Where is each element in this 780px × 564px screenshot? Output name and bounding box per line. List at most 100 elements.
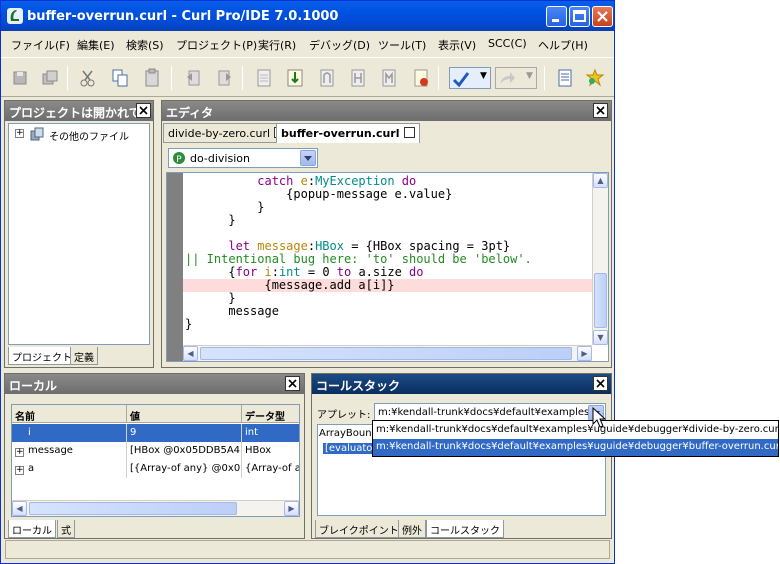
- check-dropdown-tool[interactable]: ▼: [449, 67, 491, 89]
- tab-label: buffer-overrun.curl: [281, 127, 400, 140]
- paste-tool[interactable]: [141, 67, 163, 89]
- tree-item-other-files[interactable]: その他のファイル: [49, 128, 129, 143]
- project-pane-title: プロジェクトは開かれて: [5, 101, 153, 121]
- code-token: message: [185, 304, 279, 318]
- close-icon: [596, 106, 605, 115]
- close-window-button[interactable]: [592, 6, 613, 27]
- document-icon: [257, 69, 271, 87]
- editor-horizontal-scrollbar[interactable]: ◀ ▶: [183, 345, 592, 361]
- column-header-type[interactable]: データ型: [242, 405, 299, 423]
- run-to-cursor-tool[interactable]: [378, 67, 400, 89]
- menu-item-8[interactable]: SCC(C): [488, 37, 527, 50]
- save-all-tool[interactable]: [39, 67, 61, 89]
- scroll-left-icon[interactable]: ◀: [12, 501, 27, 516]
- column-header-value[interactable]: 値: [127, 405, 242, 423]
- tab-locals[interactable]: ローカル: [8, 520, 56, 538]
- scroll-thumb[interactable]: [200, 347, 572, 360]
- table-row[interactable]: + message [HBox @0x05DDB5A4] HBox: [12, 442, 299, 460]
- step-into-tool[interactable]: [284, 67, 306, 89]
- scroll-down-icon[interactable]: ▼: [593, 330, 608, 345]
- row-expander[interactable]: +: [15, 448, 24, 457]
- menu-item-9[interactable]: ヘルプ(H): [538, 37, 588, 53]
- code-token: i: [264, 265, 272, 279]
- locals-pane-close-button[interactable]: [285, 376, 300, 391]
- editor-pane-close-button[interactable]: [593, 103, 608, 118]
- scroll-right-icon[interactable]: ▶: [577, 346, 592, 361]
- undo-tool[interactable]: [183, 67, 205, 89]
- dropdown-option-divide-by-zero[interactable]: m:¥kendall-trunk¥docs¥default¥examples¥u…: [373, 422, 778, 439]
- code-token: e: [300, 174, 308, 188]
- locals-horizontal-scrollbar[interactable]: ◀ ▶: [12, 500, 299, 516]
- code-token: :: [307, 239, 316, 253]
- procedure-selector[interactable]: P do-division: [168, 148, 318, 168]
- code-line[interactable]: {message.add a[i]}: [183, 279, 592, 292]
- tab-divide-by-zero[interactable]: divide-by-zero.curl: [163, 123, 291, 143]
- chevron-down-icon[interactable]: [300, 150, 316, 166]
- close-icon: [288, 379, 297, 388]
- scroll-left-icon[interactable]: ◀: [183, 346, 198, 361]
- minimize-button[interactable]: [546, 6, 567, 27]
- code-line[interactable]: }: [185, 318, 192, 331]
- save-tool[interactable]: [9, 67, 31, 89]
- callstack-pane-close-button[interactable]: [593, 376, 608, 391]
- forward-arrow-icon: [500, 72, 515, 84]
- document-tool[interactable]: [253, 67, 275, 89]
- tree-expander[interactable]: +: [15, 129, 24, 138]
- debug-tool[interactable]: [584, 67, 606, 89]
- menu-item-7[interactable]: 表示(V): [438, 37, 476, 53]
- menu-item-3[interactable]: プロジェクト(P): [176, 37, 257, 53]
- tab-expressions[interactable]: 式: [57, 520, 75, 538]
- tab-definitions[interactable]: 定義: [70, 347, 98, 365]
- close-tab-icon[interactable]: [403, 127, 415, 138]
- menu-item-1[interactable]: 編集(E): [77, 37, 115, 53]
- step-out-tool[interactable]: [347, 67, 369, 89]
- tab-project[interactable]: プロジェクト: [8, 347, 76, 365]
- menu-item-4[interactable]: 実行(R): [258, 37, 296, 53]
- notes-tool[interactable]: [554, 67, 576, 89]
- scroll-thumb[interactable]: [29, 502, 237, 515]
- editor-vertical-scrollbar[interactable]: ▲ ▼: [592, 173, 608, 345]
- tab-callstack[interactable]: コールスタック: [426, 520, 504, 538]
- maximize-icon: [573, 10, 586, 22]
- cut-tool[interactable]: [77, 67, 99, 89]
- menu-item-0[interactable]: ファイル(F): [11, 37, 70, 53]
- row-expander[interactable]: +: [15, 466, 24, 475]
- variable-name: message: [28, 445, 73, 456]
- menu-item-5[interactable]: デバッグ(D): [309, 37, 370, 53]
- tab-buffer-overrun[interactable]: buffer-overrun.curl: [276, 123, 420, 143]
- maximize-button[interactable]: [569, 6, 590, 27]
- code-token: = 0: [300, 265, 337, 279]
- code-token: }: [185, 200, 265, 214]
- tab-breakpoints[interactable]: ブレイクポイント: [315, 520, 403, 538]
- cell-type: {Array-of a: [245, 463, 299, 474]
- cell-value: [HBox @0x05DDB5A4]: [127, 442, 242, 460]
- scroll-right-icon[interactable]: ▶: [284, 501, 299, 516]
- dropdown-option-buffer-overrun[interactable]: m:¥kendall-trunk¥docs¥default¥examples¥u…: [373, 439, 778, 456]
- breakpoint-tool[interactable]: [410, 67, 432, 89]
- code-token: }: [185, 291, 236, 305]
- column-header-name[interactable]: 名前: [12, 405, 127, 423]
- menu-item-6[interactable]: ツール(T): [378, 37, 426, 53]
- copy-tool[interactable]: [109, 67, 131, 89]
- tab-exceptions[interactable]: 例外: [398, 520, 426, 538]
- scroll-thumb[interactable]: [594, 273, 607, 328]
- cell-type: HBox: [245, 445, 272, 456]
- code-line[interactable]: message: [185, 305, 279, 318]
- forward-dropdown-tool[interactable]: ▼: [495, 67, 537, 89]
- list-item[interactable]: [evaluator: [323, 443, 379, 454]
- table-row[interactable]: i 9 int: [12, 424, 299, 442]
- scroll-up-icon[interactable]: ▲: [593, 173, 608, 188]
- code-line[interactable]: }: [185, 214, 235, 227]
- step-over-tool[interactable]: [316, 67, 338, 89]
- breakpoint-icon: [414, 69, 428, 87]
- project-pane-close-button[interactable]: [136, 103, 151, 118]
- title-bar[interactable]: buffer-overrun.curl - Curl Pro/IDE 7.0.1…: [1, 1, 614, 31]
- redo-tool[interactable]: [213, 67, 235, 89]
- locals-grid-header: 名前 値 データ型: [12, 405, 299, 423]
- applet-dropdown-list: m:¥kendall-trunk¥docs¥default¥examples¥u…: [372, 420, 779, 457]
- table-row[interactable]: + a [{Array-of any} @0x05 {Array-of a: [12, 460, 299, 478]
- code-token: {message.add a[i]}: [185, 278, 395, 292]
- code-editor[interactable]: catch e:MyException do {popup-message e.…: [166, 172, 609, 362]
- menu-item-2[interactable]: 検索(S): [126, 37, 164, 53]
